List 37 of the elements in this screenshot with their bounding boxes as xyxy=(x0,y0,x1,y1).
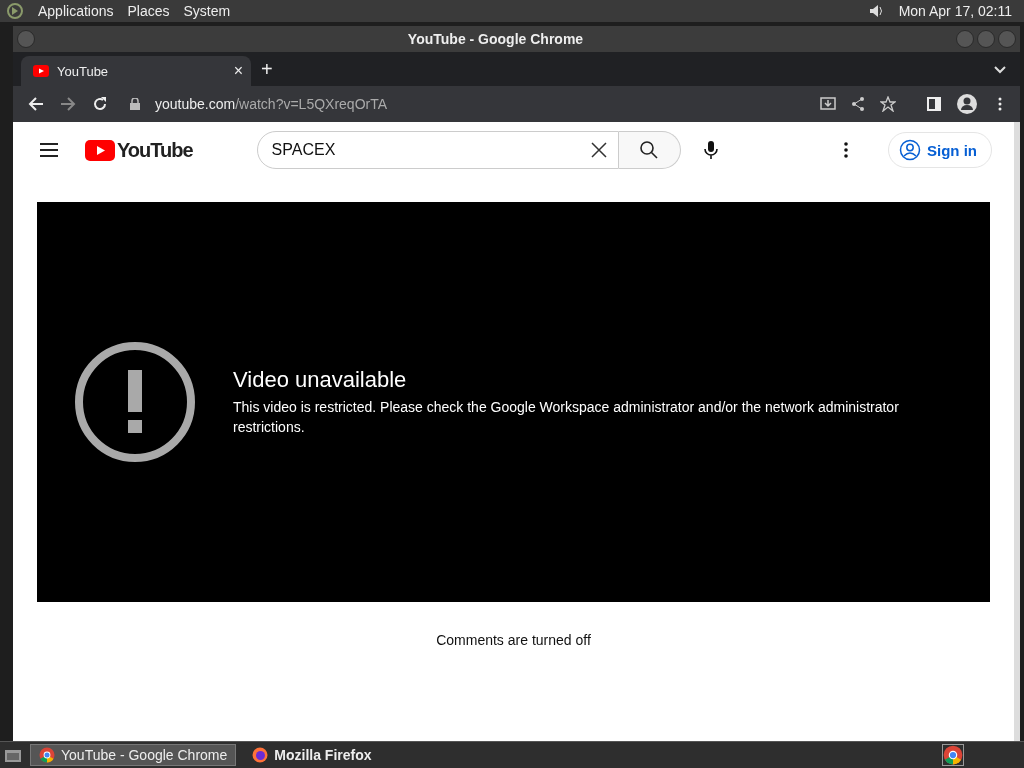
lock-icon xyxy=(129,98,141,110)
back-icon[interactable] xyxy=(27,95,45,113)
play-logo-icon xyxy=(33,65,49,77)
error-title: Video unavailable xyxy=(233,367,408,393)
chrome-icon xyxy=(39,747,55,763)
panel-menu[interactable]: Places xyxy=(127,3,170,19)
search-field[interactable]: SPACEX xyxy=(256,131,619,169)
taskbar-button[interactable]: Mozilla Firefox xyxy=(244,745,380,765)
side-panel-icon[interactable] xyxy=(926,96,942,112)
account-icon xyxy=(899,139,921,161)
star-icon[interactable] xyxy=(880,96,896,112)
firefox-icon xyxy=(252,747,269,763)
install-icon[interactable] xyxy=(820,96,836,112)
logo-text[interactable]: YouTube xyxy=(117,138,193,162)
url-text: youtube.com/watch?v=L5QXreqOrTA xyxy=(155,96,388,112)
share-icon[interactable] xyxy=(850,96,866,112)
search-icon xyxy=(639,140,660,160)
reload-icon[interactable] xyxy=(91,95,109,113)
chrome-icon[interactable] xyxy=(942,744,964,766)
browser-tab[interactable]: YouTube × xyxy=(21,56,251,86)
search-button[interactable] xyxy=(618,131,681,169)
error-message: This video is restricted. Please check the Google Workspace administrator and/or the network administrator restrictions. xyxy=(233,398,900,437)
warning-icon xyxy=(73,340,197,464)
play-logo-icon[interactable] xyxy=(85,139,115,161)
tab-close-button[interactable]: × xyxy=(233,62,243,80)
tab-title: YouTube xyxy=(57,63,110,79)
sign-in-button[interactable]: Sign in xyxy=(888,132,992,168)
close-icon[interactable] xyxy=(588,140,609,160)
window-title: YouTube - Google Chrome xyxy=(406,31,585,47)
profile-icon[interactable] xyxy=(956,93,978,115)
forward-icon[interactable] xyxy=(59,95,77,113)
taskbar-button[interactable]: YouTube - Google Chrome xyxy=(30,744,237,766)
clock[interactable]: Mon Apr 17, 02:11 xyxy=(898,3,1012,19)
new-tab-button[interactable]: + xyxy=(261,57,273,81)
comments-notice: Comments are turned off xyxy=(435,632,592,648)
panel-menu[interactable]: System xyxy=(183,3,231,19)
panel-menu[interactable]: Applications xyxy=(38,3,114,19)
